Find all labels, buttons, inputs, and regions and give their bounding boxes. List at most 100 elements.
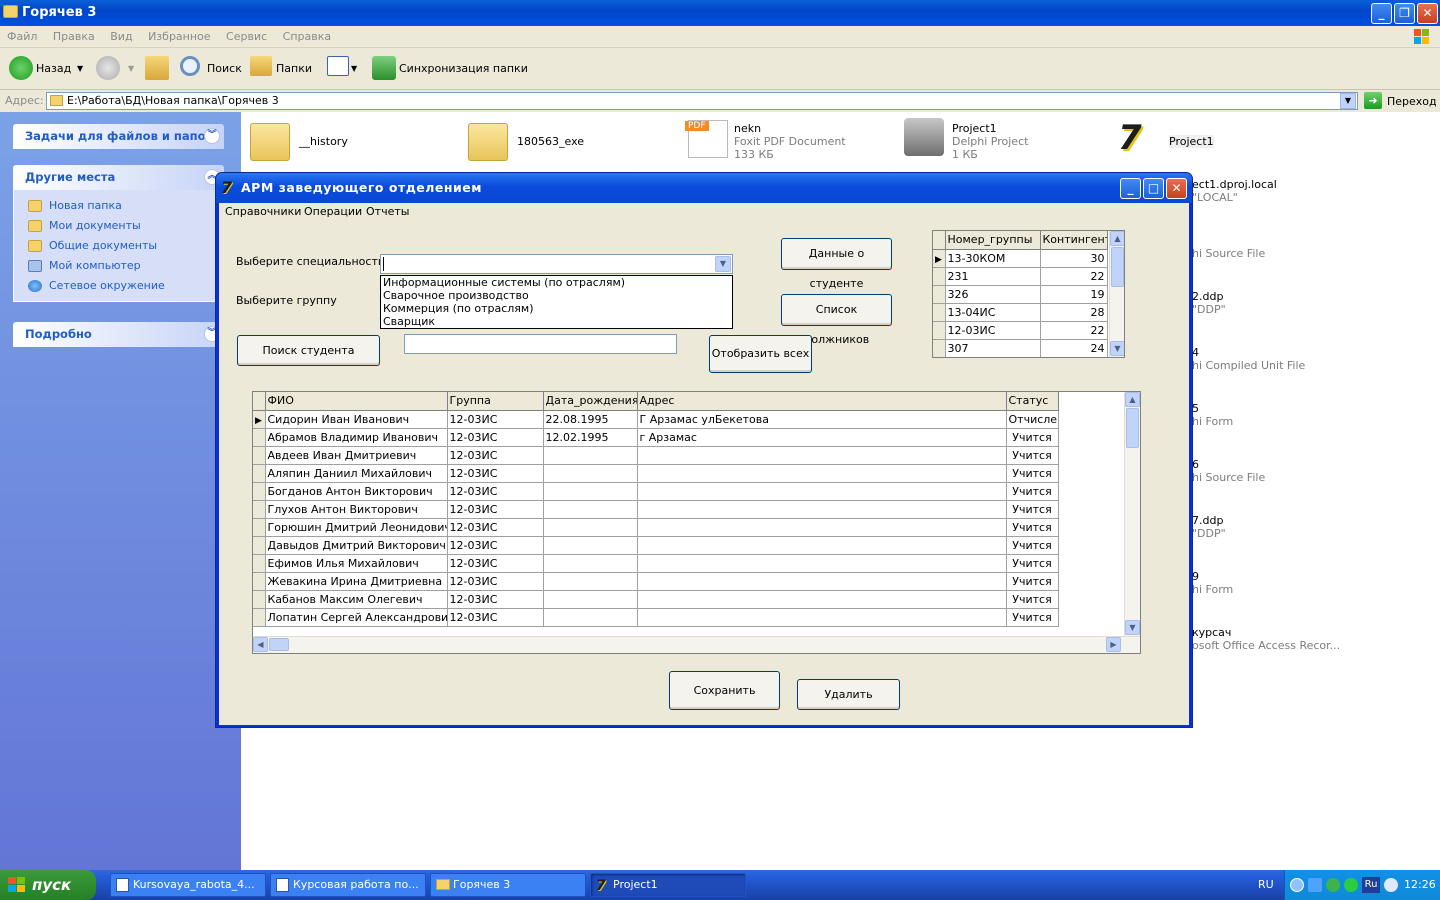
security-tray-icon[interactable] [1326, 878, 1340, 892]
file-kursach[interactable]: курсач [1192, 626, 1231, 639]
place-my-computer[interactable]: Мой компьютер [49, 259, 141, 272]
back-arrow-icon[interactable] [9, 56, 33, 80]
taskbar-item-kursovaya-rabota[interactable]: Курсовая работа по... [270, 873, 426, 897]
student-fio-cell[interactable]: Давыдов Дмитрий Викторович [265, 536, 448, 555]
groups-grid[interactable]: Номер_группы Контингент ▶ 13-30КОМ 30 231 22… [932, 230, 1125, 358]
student-birthdate-cell[interactable] [543, 518, 638, 537]
student-birthdate-cell[interactable]: 22.08.1995 [543, 410, 638, 429]
specialty-combobox[interactable]: ▼ [380, 254, 733, 274]
student-address-cell[interactable] [637, 500, 1007, 519]
menu-help[interactable]: Справка [278, 26, 336, 48]
folder-icon[interactable] [250, 123, 290, 161]
pdf-file-icon[interactable]: PDF [685, 120, 728, 158]
forward-dropdown-icon[interactable]: ▼ [128, 56, 134, 82]
student-group-cell[interactable]: 12-03ИС [447, 410, 544, 429]
view-dropdown-icon[interactable]: ▼ [351, 56, 357, 82]
student-address-cell[interactable] [637, 446, 1007, 465]
scroll-down-icon[interactable]: ▼ [1110, 341, 1124, 356]
file-form-2[interactable]: 9 [1192, 570, 1199, 583]
save-button[interactable]: Сохранить [669, 671, 780, 710]
delphi-project-icon[interactable] [904, 118, 944, 156]
folder-icon[interactable] [468, 123, 508, 161]
sync-icon[interactable] [372, 56, 396, 80]
student-birthdate-cell[interactable] [543, 608, 638, 627]
students-col-fio[interactable]: ФИО [265, 392, 448, 411]
students-col-group[interactable]: Группа [447, 392, 544, 411]
search-student-button[interactable]: Поиск студента [237, 335, 380, 366]
student-row[interactable]: Лопатин Сергей Александрович 12-03ИС Учитс… [253, 608, 1059, 627]
student-birthdate-cell[interactable] [543, 554, 638, 573]
student-group-cell[interactable]: 12-03ИС [447, 590, 544, 609]
app-titlebar[interactable]: 7 АРМ заведующего отделением [216, 173, 1192, 203]
student-address-cell[interactable] [637, 482, 1007, 501]
groups-col-number[interactable]: Номер_группы [945, 231, 1041, 250]
specialty-option[interactable]: Информационные системы (по отраслям) [383, 276, 732, 289]
group-count-cell[interactable]: 24 [1040, 339, 1108, 357]
group-number-cell[interactable]: 307 [945, 339, 1041, 357]
student-row[interactable]: Кабанов Максим Олегевич 12-03ИС Учится [253, 590, 1059, 609]
students-col-status[interactable]: Статус [1006, 392, 1059, 411]
student-address-cell[interactable]: г Арзамас [637, 428, 1007, 447]
student-fio-cell[interactable]: Жевакина Ирина Дмитриевна [265, 572, 448, 591]
group-count-cell[interactable]: 22 [1040, 267, 1108, 286]
student-fio-cell[interactable]: Ефимов Илья Михайлович [265, 554, 448, 573]
students-col-address[interactable]: Адрес [637, 392, 1007, 411]
student-status-cell[interactable]: Учится [1006, 536, 1059, 555]
student-address-cell[interactable] [637, 536, 1007, 555]
student-data-button[interactable]: Данные о студенте [781, 238, 892, 290]
group-number-cell[interactable]: 13-04ИС [945, 303, 1041, 322]
student-fio-cell[interactable]: Богданов Антон Викторович [265, 482, 448, 501]
student-fio-cell[interactable]: Авдеев Иван Дмитриевич [265, 446, 448, 465]
student-birthdate-cell[interactable] [543, 446, 638, 465]
file-180563-exe[interactable]: 180563_exe [517, 135, 584, 148]
folders-icon[interactable] [250, 56, 272, 76]
student-status-cell[interactable]: Учится [1006, 518, 1059, 537]
student-status-cell[interactable]: Учится [1006, 608, 1059, 627]
student-status-cell[interactable]: Учится [1006, 590, 1059, 609]
student-row[interactable]: Ефимов Илья Михайлович 12-03ИС Учится [253, 554, 1059, 573]
network-tray-icon[interactable] [1308, 878, 1322, 892]
place-network[interactable]: Сетевое окружение [49, 279, 165, 292]
maximize-button[interactable]: ❐ [1394, 3, 1415, 24]
student-fio-cell[interactable]: Горюшин Дмитрий Леонидович [265, 518, 448, 537]
student-row[interactable]: Авдеев Иван Дмитриевич 12-03ИС Учится [253, 446, 1059, 465]
groups-row[interactable]: 12-03ИС 22 [933, 321, 1108, 340]
student-fio-cell[interactable]: Глухов Антон Викторович [265, 500, 448, 519]
student-group-cell[interactable]: 12-03ИС [447, 554, 544, 573]
file-ddp-1[interactable]: 2.ddp [1192, 290, 1223, 303]
student-address-cell[interactable]: Г Арзамас улБекетова [637, 410, 1007, 429]
student-status-cell[interactable]: Учится [1006, 500, 1059, 519]
search-icon[interactable] [180, 56, 200, 76]
specialty-option[interactable]: Коммерция (по отраслям) [383, 302, 732, 315]
student-status-cell[interactable]: Учится [1006, 482, 1059, 501]
student-address-cell[interactable] [637, 554, 1007, 573]
specialty-option[interactable]: Сварочное производство [383, 289, 732, 302]
student-group-cell[interactable]: 12-03ИС [447, 572, 544, 591]
scroll-up-icon[interactable]: ▲ [1110, 231, 1124, 246]
scroll-down-icon[interactable]: ▼ [1125, 620, 1140, 635]
file-project1-dpr[interactable]: Project1 [952, 122, 997, 135]
app-close-button[interactable]: ✕ [1166, 178, 1187, 199]
student-address-cell[interactable] [637, 608, 1007, 627]
delete-button[interactable]: Удалить [797, 679, 900, 710]
debtors-list-button[interactable]: Список должников [781, 294, 892, 346]
student-group-cell[interactable]: 12-03ИС [447, 536, 544, 555]
student-address-cell[interactable] [637, 572, 1007, 591]
student-birthdate-cell[interactable] [543, 500, 638, 519]
student-status-cell[interactable]: Учится [1006, 554, 1059, 573]
student-row[interactable]: Богданов Антон Викторович 12-03ИС Учится [253, 482, 1059, 501]
scroll-up-icon[interactable]: ▲ [1125, 392, 1140, 407]
student-fio-cell[interactable]: Абрамов Владимир Иванович [265, 428, 448, 447]
student-status-cell[interactable]: Учится [1006, 572, 1059, 591]
groups-row[interactable]: ▶ 13-30КОМ 30 [933, 249, 1108, 268]
student-group-cell[interactable]: 12-03ИС [447, 428, 544, 447]
student-birthdate-cell[interactable] [543, 590, 638, 609]
file-source-2[interactable]: 6 [1192, 458, 1199, 471]
students-horizontal-scrollbar[interactable]: ◀ ▶ [253, 636, 1140, 653]
scroll-right-icon[interactable]: ▶ [1106, 637, 1121, 652]
group-number-cell[interactable]: 326 [945, 285, 1041, 304]
group-number-cell[interactable]: 12-03ИС [945, 321, 1041, 340]
address-input[interactable]: E:\Работа\БД\Новая папка\Горячев 3 [46, 92, 1358, 110]
groups-row[interactable]: 326 19 [933, 285, 1108, 304]
specialty-option[interactable]: Сварщик [383, 315, 732, 328]
